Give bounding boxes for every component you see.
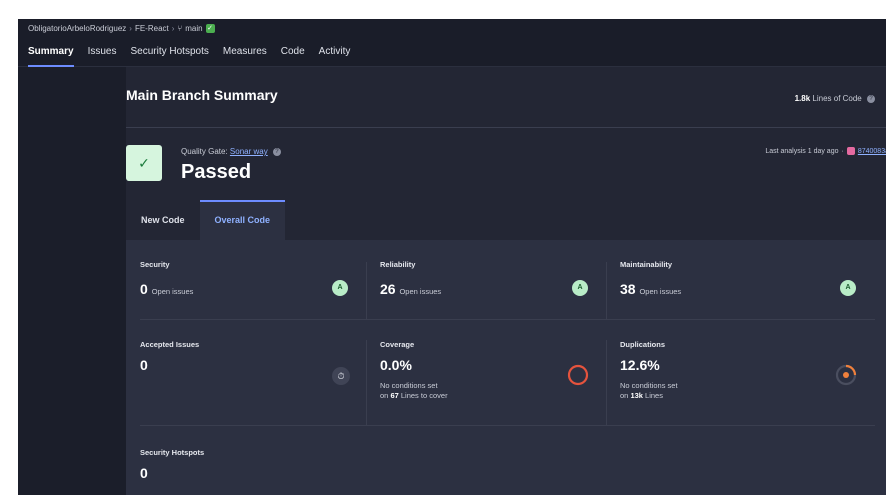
coverage-title: Coverage — [380, 340, 415, 349]
tab-summary[interactable]: Summary — [28, 46, 74, 67]
page-title: Main Branch Summary — [126, 87, 278, 103]
maintainability-card[interactable]: Maintainability 38 Open issues — [620, 260, 681, 297]
commit-link[interactable]: 8740083a — [858, 148, 886, 155]
quality-gate-link[interactable]: Sonar way — [230, 147, 268, 156]
branch-icon: ⑂ — [177, 24, 183, 33]
breadcrumb-org[interactable]: ObligatorioArbeloRodriguez — [28, 24, 126, 33]
breadcrumb-separator-icon: › — [171, 24, 175, 33]
lines-of-code-label: Lines of Code — [812, 94, 862, 103]
breadcrumb: ObligatorioArbeloRodriguez › FE-React › … — [28, 24, 215, 33]
quality-gate-prefix: Quality Gate: — [181, 147, 228, 156]
accepted-issues-title: Accepted Issues — [140, 340, 200, 349]
sonarqube-window: ObligatorioArbeloRodriguez › FE-React › … — [18, 19, 886, 495]
accepted-issues-card[interactable]: Accepted Issues 0 — [140, 340, 199, 373]
security-hotspots-value: 0 — [140, 465, 148, 481]
accepted-issues-value: 0 — [140, 357, 148, 373]
tab-activity[interactable]: Activity — [319, 46, 351, 66]
security-hotspots-title: Security Hotspots — [140, 448, 205, 457]
last-analysis-text: Last analysis 1 day ago — [765, 147, 839, 155]
project-header: ObligatorioArbeloRodriguez › FE-React › … — [18, 19, 886, 67]
tab-issues[interactable]: Issues — [88, 46, 117, 66]
divider — [366, 262, 367, 320]
divider — [366, 340, 367, 425]
maintainability-value: 38 Open issues — [620, 281, 682, 297]
tab-security-hotspots[interactable]: Security Hotspots — [130, 46, 208, 66]
divider — [140, 425, 875, 426]
reliability-value: 26 Open issues — [380, 281, 442, 297]
project-nav-tabs: Summary Issues Security Hotspots Measure… — [28, 46, 351, 67]
coverage-card[interactable]: Coverage 0.0% No conditions set on 67 Li… — [380, 340, 448, 401]
maintainability-title: Maintainability — [620, 260, 673, 269]
main-content: Main Branch Summary 1.8k Lines of Code ?… — [126, 67, 886, 495]
reliability-rating-badge[interactable]: A — [572, 280, 588, 296]
duplications-ring-icon — [835, 364, 857, 386]
divider — [606, 262, 607, 320]
metrics-panel: Security 0 Open issues A Reliability 26 … — [126, 240, 886, 495]
lines-of-code: 1.8k Lines of Code ? — [795, 94, 875, 103]
lines-of-code-value: 1.8k — [794, 94, 811, 103]
help-icon[interactable]: ? — [867, 94, 875, 103]
coverage-ring-icon — [567, 364, 589, 386]
accepted-issues-clock-icon: ⏱ — [332, 367, 350, 385]
quality-gate-label: Quality Gate: Sonar way ? — [181, 147, 281, 156]
last-analysis: Last analysis 1 day ago · 8740083a — [765, 147, 886, 155]
maintainability-rating-badge[interactable]: A — [840, 280, 856, 296]
coverage-value: 0.0% — [380, 357, 412, 373]
reliability-title: Reliability — [380, 260, 416, 269]
branch-status-check-icon: ✓ — [205, 24, 215, 33]
duplications-value: 12.6% — [620, 357, 660, 373]
security-rating-badge[interactable]: A — [332, 280, 348, 296]
commit-avatar-icon — [846, 147, 855, 155]
duplications-card[interactable]: Duplications 12.6% No conditions set on … — [620, 340, 678, 401]
security-value: 0 Open issues — [140, 281, 194, 297]
divider — [140, 319, 875, 320]
breadcrumb-branch[interactable]: main — [185, 24, 202, 33]
tab-new-code[interactable]: New Code — [126, 200, 200, 240]
breadcrumb-separator-icon: › — [129, 24, 132, 33]
help-icon[interactable]: ? — [272, 147, 281, 156]
duplications-title: Duplications — [620, 340, 666, 349]
security-card[interactable]: Security 0 Open issues — [140, 260, 193, 297]
security-title: Security — [140, 260, 170, 269]
reliability-card[interactable]: Reliability 26 Open issues — [380, 260, 441, 297]
dot-separator: · — [841, 147, 844, 155]
security-hotspots-card[interactable]: Security Hotspots 0 — [140, 448, 204, 481]
quality-gate-check-icon: ✓ — [126, 145, 162, 181]
coverage-sub-conditions: No conditions set — [380, 381, 438, 390]
left-gutter — [18, 67, 126, 495]
duplications-sub-conditions: No conditions set — [620, 381, 678, 390]
tab-measures[interactable]: Measures — [223, 46, 267, 66]
tab-overall-code[interactable]: Overall Code — [199, 200, 286, 240]
tab-code[interactable]: Code — [281, 46, 305, 66]
code-period-tabs: New Code Overall Code — [126, 200, 286, 240]
divider — [606, 340, 607, 425]
divider — [126, 127, 886, 128]
breadcrumb-project[interactable]: FE-React — [135, 24, 169, 33]
coverage-sub-lines: on 67 Lines to cover — [380, 391, 448, 400]
duplications-sub-lines: on 13k Lines — [620, 391, 663, 400]
quality-gate-status: Passed — [181, 161, 252, 183]
